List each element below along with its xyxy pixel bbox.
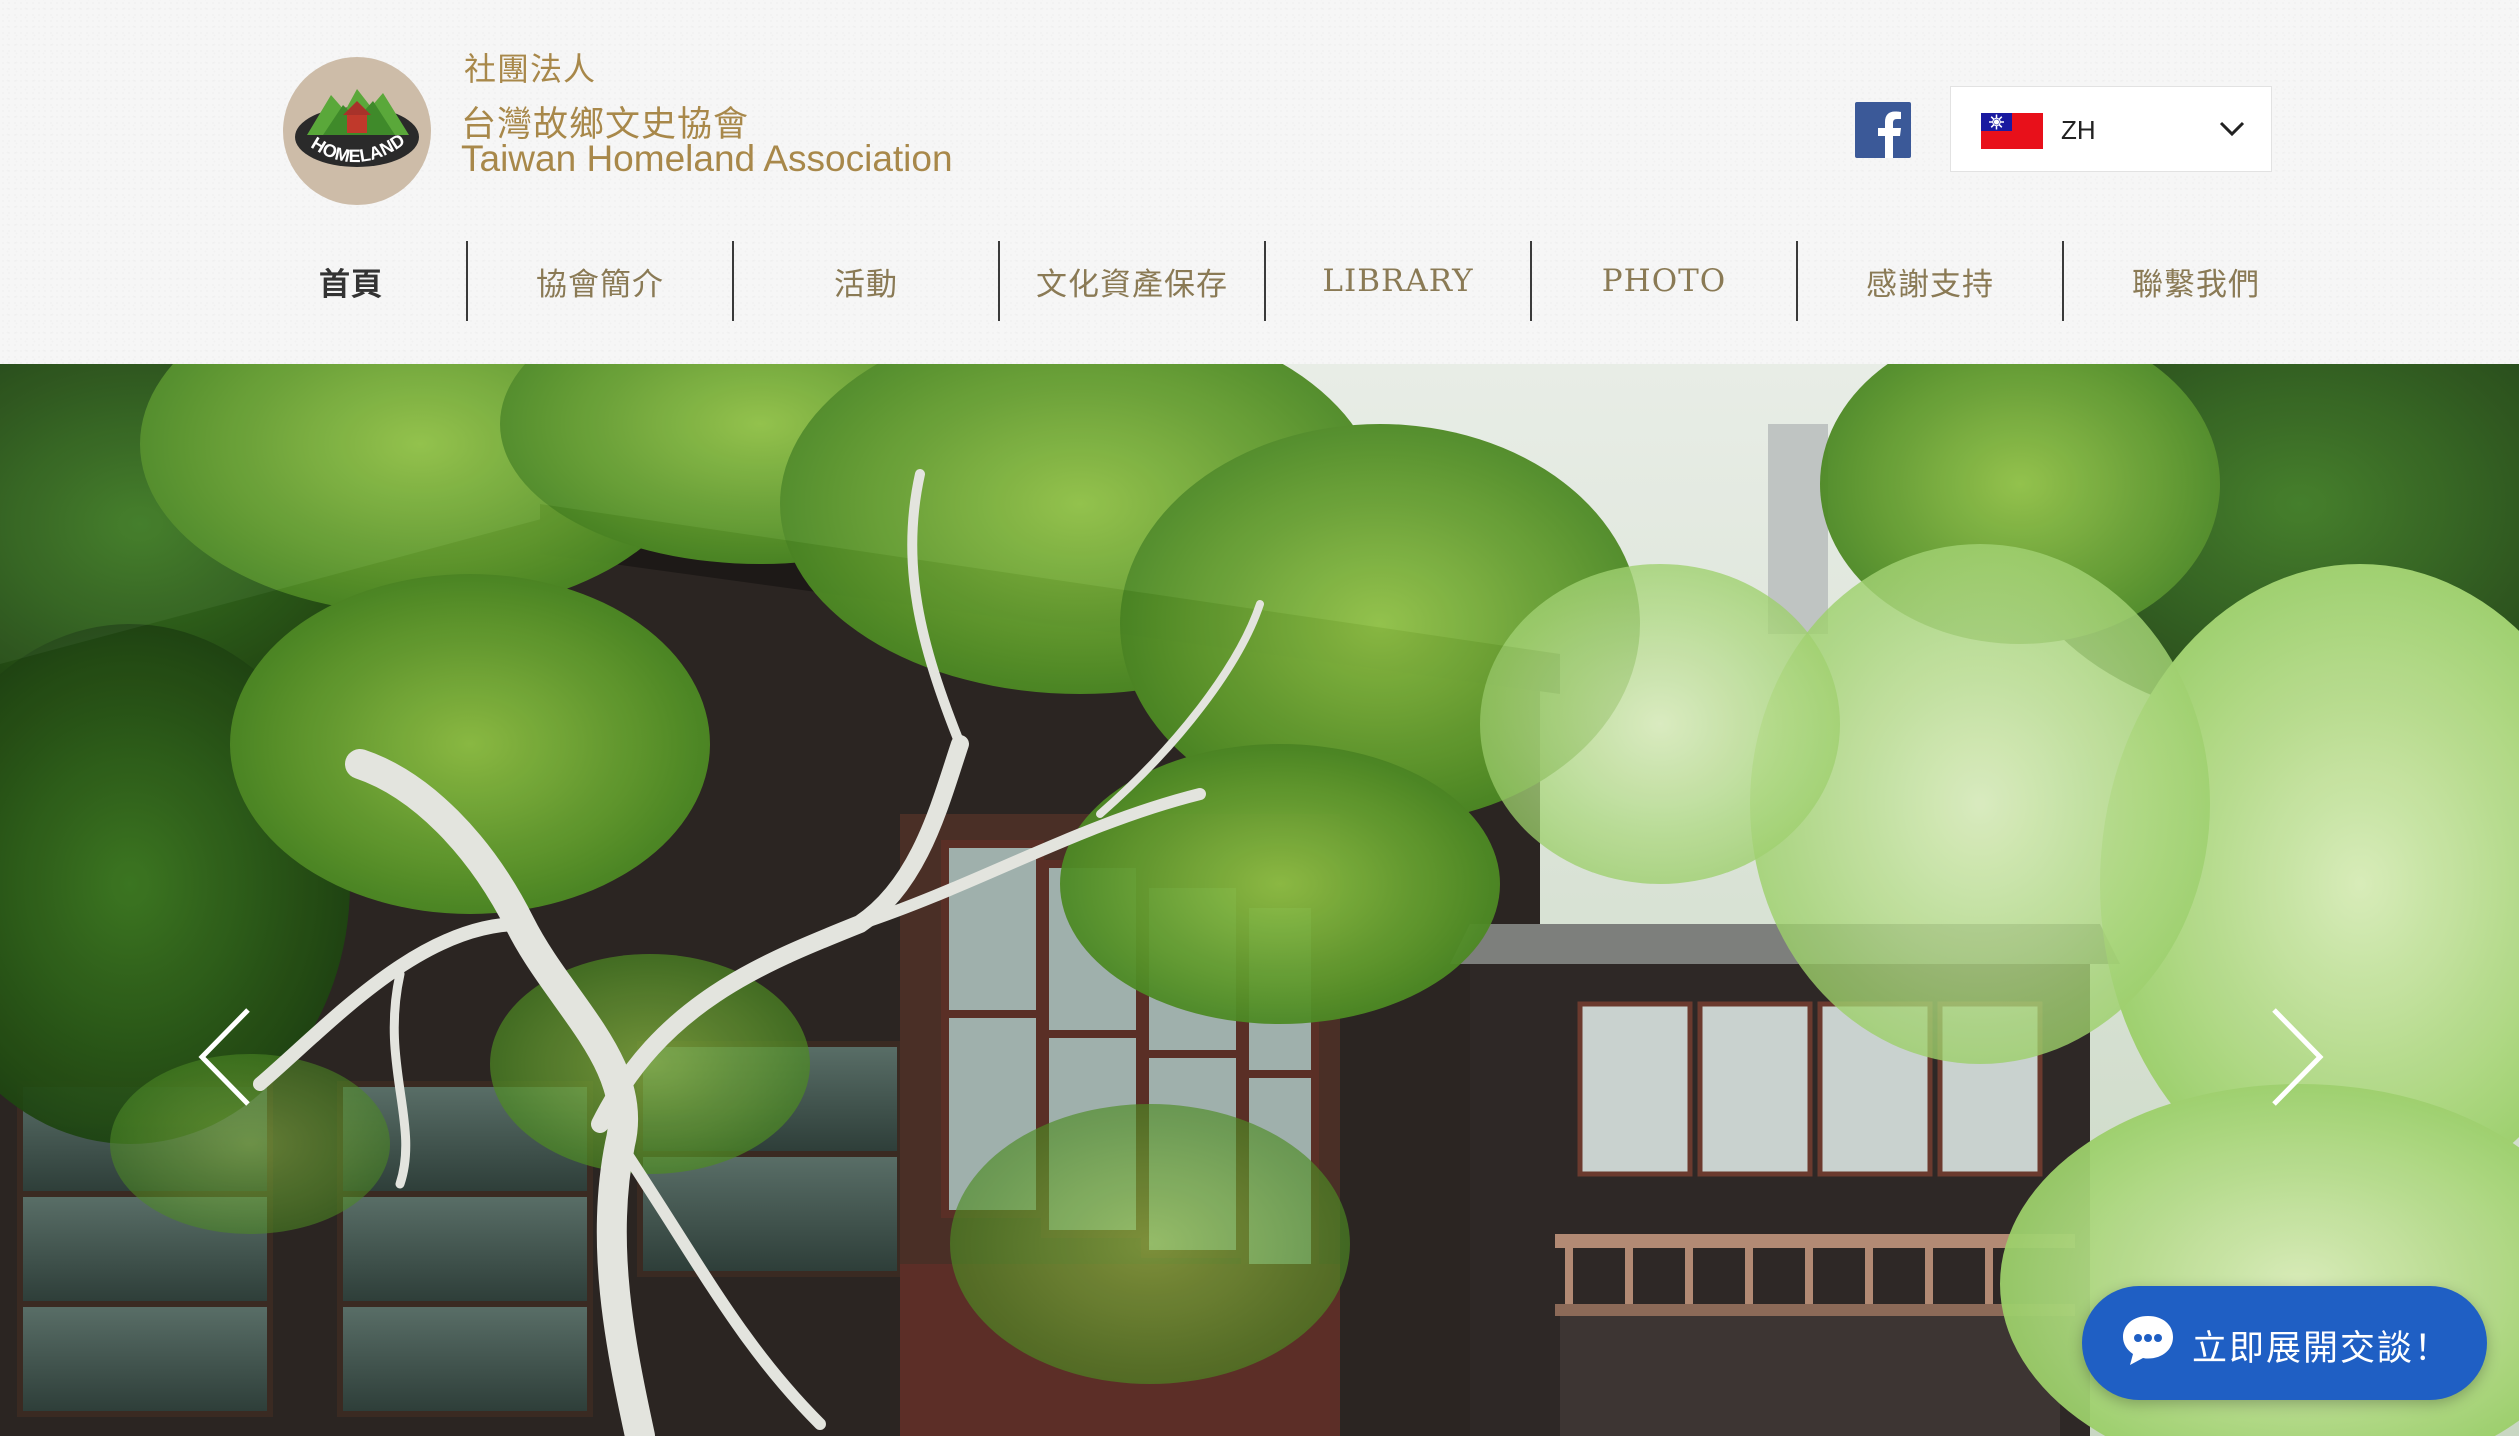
chat-bubble-icon xyxy=(2123,1316,2173,1365)
homeland-logo[interactable]: HOMELAND xyxy=(283,57,431,205)
nav-item-library[interactable]: LIBRARY xyxy=(1264,241,1530,321)
nav-item-photo[interactable]: PHOTO xyxy=(1530,241,1796,321)
facebook-icon[interactable] xyxy=(1855,102,1911,158)
chat-button[interactable]: 立即展開交談！ xyxy=(2082,1286,2487,1400)
nav-item-contact[interactable]: 聯繫我們 xyxy=(2062,241,2328,321)
chevron-left-icon[interactable] xyxy=(190,1002,260,1112)
nav-item-about[interactable]: 協會簡介 xyxy=(466,241,732,321)
hero-slideshow: 立即展開交談！ xyxy=(0,364,2519,1436)
org-type-label: 社團法人 xyxy=(464,50,597,88)
language-selector[interactable]: ZH xyxy=(1950,86,2272,172)
taiwan-flag-icon xyxy=(1981,113,2043,149)
chat-button-label: 立即展開交談！ xyxy=(2192,1329,2452,1369)
site-header: HOMELAND 社團法人 台灣故鄉文史協會 Taiwan Homeland A… xyxy=(0,0,2519,364)
nav-item-events[interactable]: 活動 xyxy=(732,241,998,321)
hero-image xyxy=(0,364,2519,1436)
language-code: ZH xyxy=(2061,115,2096,145)
nav-item-home[interactable]: 首頁 xyxy=(236,241,466,321)
chevron-down-icon xyxy=(2219,121,2245,137)
nav-item-heritage[interactable]: 文化資產保存 xyxy=(998,241,1264,321)
chevron-right-icon[interactable] xyxy=(2262,1002,2332,1112)
nav-item-thanks[interactable]: 感謝支持 xyxy=(1796,241,2062,321)
org-name-english[interactable]: Taiwan Homeland Association xyxy=(461,138,953,180)
main-navigation: 首頁 協會簡介 活動 文化資產保存 LIBRARY PHOTO 感謝支持 聯繫我… xyxy=(236,241,2268,321)
